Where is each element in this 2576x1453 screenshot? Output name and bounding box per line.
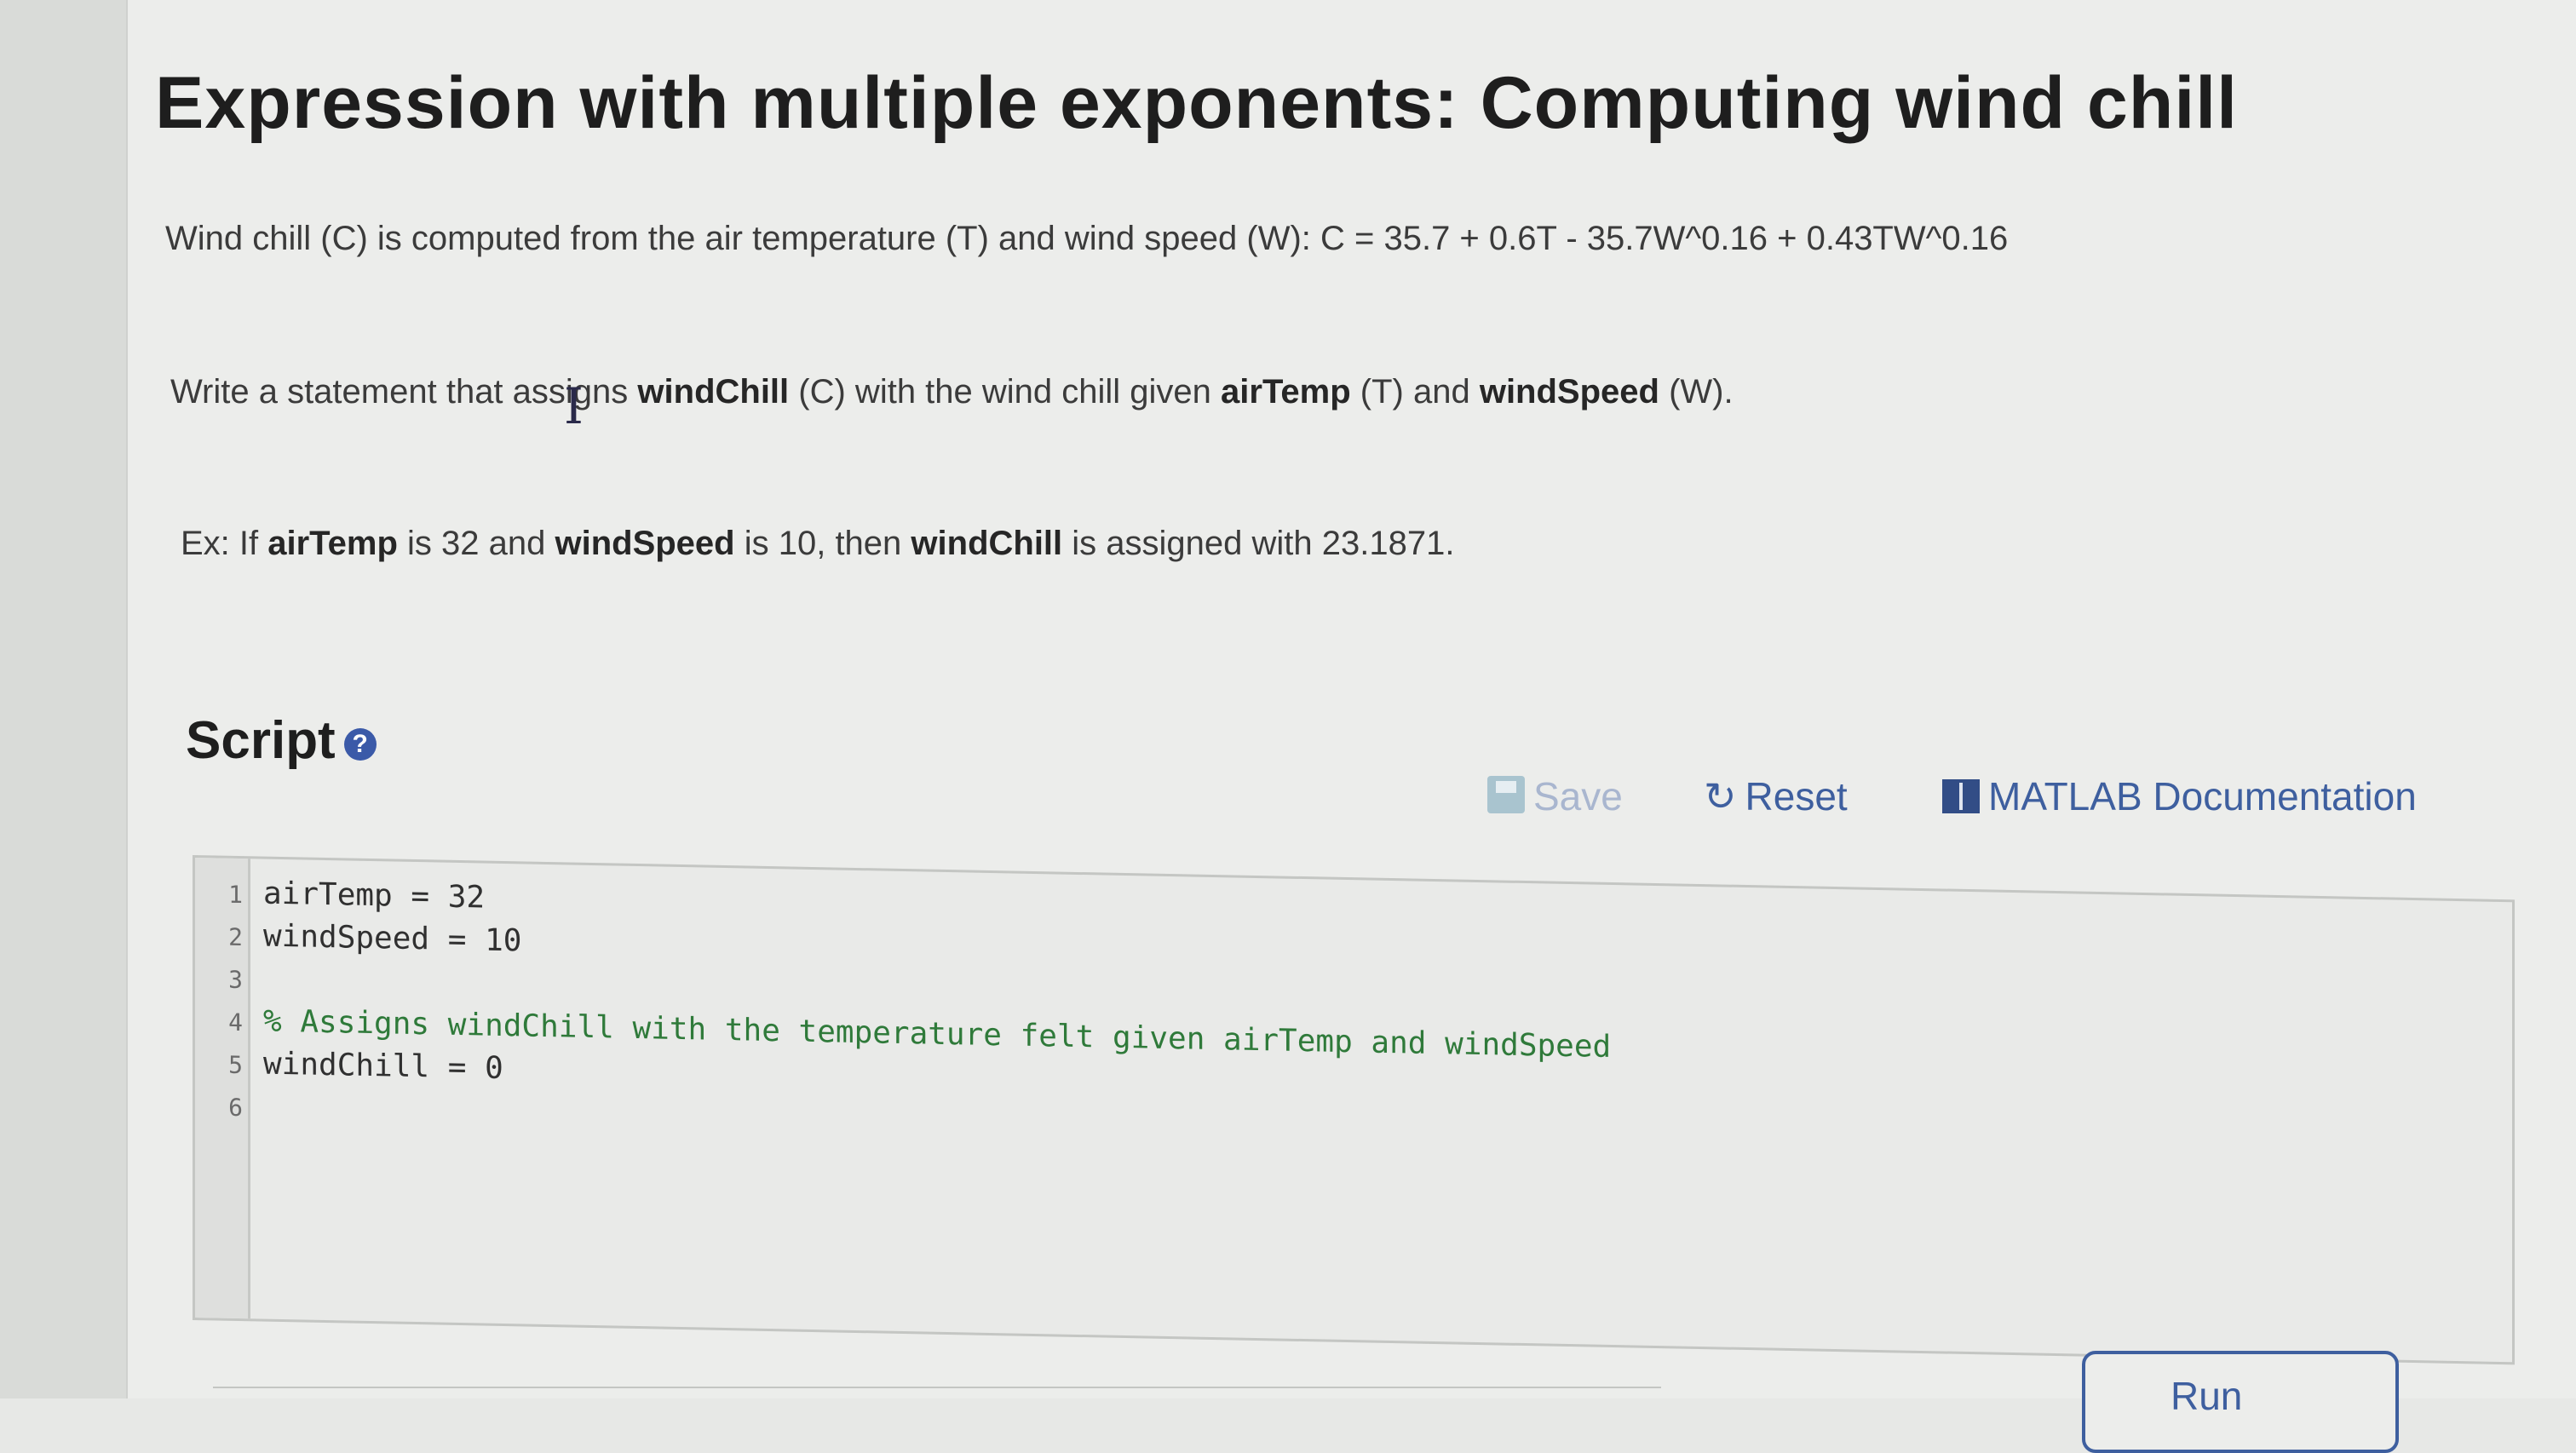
line-number: 3	[228, 965, 243, 995]
run-label: Run	[2171, 1374, 2243, 1418]
book-icon	[1942, 779, 1980, 813]
left-margin	[0, 0, 128, 1398]
run-button[interactable]: Run	[2082, 1351, 2399, 1453]
line-number: 5	[228, 1050, 243, 1080]
refresh-icon: ↻	[1704, 774, 1737, 818]
save-icon	[1487, 776, 1525, 813]
code-text[interactable]: windChill = 0	[263, 1047, 503, 1086]
instruction-text: Write a statement that assigns windChill…	[170, 373, 1734, 411]
example-mid1: is 32 and	[397, 525, 555, 562]
matlab-documentation-link[interactable]: MATLAB Documentation	[1942, 773, 2417, 819]
page-title: Expression with multiple exponents: Comp…	[155, 62, 2239, 144]
divider	[213, 1387, 1661, 1388]
save-label: Save	[1533, 774, 1623, 818]
intro-text: Wind chill (C) is computed from the air …	[165, 220, 2009, 257]
var-windchill: windChill	[637, 373, 790, 411]
example-var-airtemp: airTemp	[267, 525, 398, 562]
script-heading-label: Script	[186, 711, 336, 770]
code-text[interactable]: windSpeed = 10	[263, 919, 521, 959]
line-number: 4	[228, 1008, 243, 1037]
example-mid2: is 10, then	[734, 525, 911, 562]
var-airtemp: airTemp	[1221, 373, 1351, 411]
instruction-mid1: (C) with the wind chill given	[789, 373, 1222, 411]
text-cursor-icon: I	[564, 377, 584, 435]
question-circle-icon[interactable]: ?	[343, 727, 377, 761]
save-button[interactable]: Save	[1487, 773, 1623, 819]
line-number: 1	[228, 880, 243, 910]
example-prefix: Ex: If	[181, 525, 268, 562]
instruction-suffix: (W).	[1659, 373, 1734, 411]
script-heading: Script?	[186, 710, 377, 771]
example-text: Ex: If airTemp is 32 and windSpeed is 10…	[181, 525, 1454, 563]
example-suffix: is assigned with 23.1871.	[1062, 525, 1455, 562]
line-number: 6	[228, 1093, 243, 1123]
line-number: 2	[228, 922, 243, 952]
example-var-windspeed: windSpeed	[555, 525, 735, 562]
var-windspeed: windSpeed	[1479, 373, 1659, 411]
reset-button[interactable]: ↻ Reset	[1704, 773, 1848, 819]
code-editor[interactable]: 1 airTemp = 32 2 windSpeed = 10 3 4 % As…	[193, 855, 2515, 1365]
instruction-mid2: (T) and	[1350, 373, 1480, 411]
code-text[interactable]: airTemp = 32	[263, 876, 485, 916]
reset-label: Reset	[1745, 774, 1848, 818]
example-var-windchill: windChill	[911, 525, 1063, 562]
docs-label: MATLAB Documentation	[1988, 774, 2417, 818]
